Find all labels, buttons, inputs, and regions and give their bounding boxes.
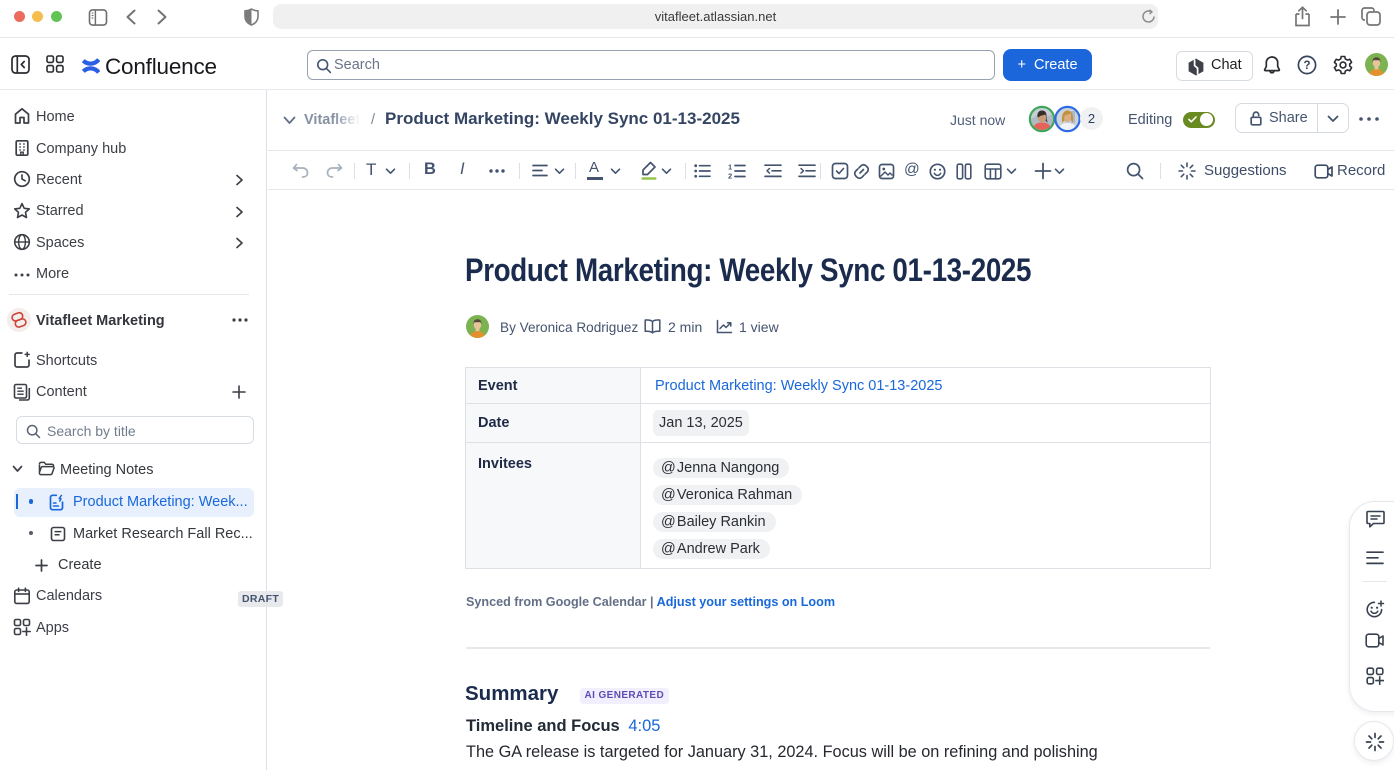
svg-text:2: 2 (728, 172, 732, 180)
svg-text:?: ? (1303, 60, 1310, 72)
svg-text:1: 1 (728, 163, 732, 172)
